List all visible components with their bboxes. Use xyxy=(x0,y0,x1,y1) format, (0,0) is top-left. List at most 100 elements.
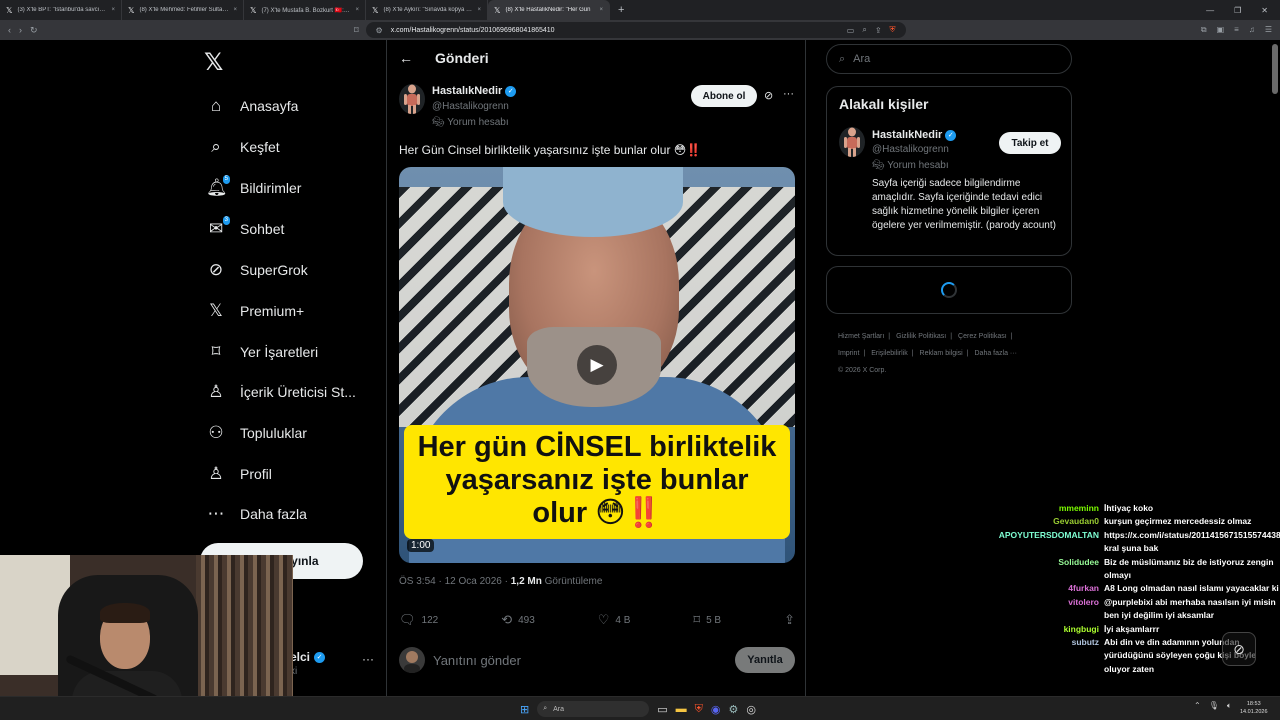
footer-link[interactable]: Erişilebilirlik xyxy=(871,350,908,357)
author-handle[interactable]: @Hastalikogrenn xyxy=(432,101,509,112)
nav-item[interactable]: ⌕ Keşfet xyxy=(206,130,279,164)
nav-item[interactable]: 🔔︎ 5 Bildirimler xyxy=(206,171,301,205)
post-header: ← Gönderi xyxy=(399,50,489,66)
close-tab-icon[interactable]: × xyxy=(111,7,115,13)
browser-menu-icon[interactable]: ☰ xyxy=(1265,25,1272,35)
browser-tab[interactable]: 𝕏(8) X'te Aykırı: "Sınavda kopya çekme× xyxy=(366,0,488,20)
footer-link[interactable]: Reklam bilgisi xyxy=(920,350,963,357)
new-tab-button[interactable]: + xyxy=(610,4,632,16)
nav-item[interactable]: ✉ 3 Sohbet xyxy=(206,212,284,246)
post-meta: ÖS 3:54 · 12 Oca 2026 · 1,2 Mn Görüntüle… xyxy=(399,576,603,587)
forward-icon[interactable]: › xyxy=(19,25,22,35)
volume-icon[interactable]: 🔈︎ xyxy=(1227,701,1232,711)
nav-item[interactable]: ⌂ Anasayfa xyxy=(206,89,299,123)
taskbar-search[interactable]: ⌕ Ara xyxy=(537,701,650,717)
more-options-icon[interactable]: ··· xyxy=(783,88,794,100)
brave-shield-icon[interactable]: ⛨ xyxy=(890,25,896,35)
search-input[interactable]: ⌕ Ara xyxy=(826,44,1072,74)
windows-start-icon[interactable]: ⊞ xyxy=(520,703,529,716)
close-tab-icon[interactable]: × xyxy=(355,7,359,13)
discord-icon[interactable]: ◉ xyxy=(711,703,721,716)
reply-button[interactable]: 🗨︎ 122 xyxy=(399,611,438,629)
grok-icon[interactable]: ⊘ xyxy=(764,89,773,102)
nav-item[interactable]: ⊘ SuperGrok xyxy=(206,253,308,287)
loading-card xyxy=(826,266,1072,314)
footer-link[interactable]: Imprint xyxy=(838,350,859,357)
account-name[interactable]: elci ✓ xyxy=(290,650,326,664)
back-arrow-icon[interactable]: ← xyxy=(399,50,413,66)
reply-composer: Yanıtını gönder Yanıtla xyxy=(399,647,795,675)
chat-text: @purplebixi abi merhaba nasılsın iyi mis… xyxy=(1104,596,1276,621)
nav-item[interactable]: ⌑ Yer İşaretleri xyxy=(206,335,318,369)
related-name[interactable]: HastalıkNedir ✓ xyxy=(872,129,957,141)
video-duration: 1:00 xyxy=(407,539,435,552)
taskbar-clock[interactable]: 18:53 14.01.2026 xyxy=(1240,700,1268,716)
zoom-icon[interactable]: ⌕ xyxy=(862,25,866,35)
maximize-icon[interactable]: ❐ xyxy=(1234,6,1241,15)
site-info-icon[interactable]: ⚙ xyxy=(376,26,383,35)
screen: 𝕏(3) X'te BPT: "İstanbul'da savcının hal… xyxy=(0,0,1280,720)
like-button[interactable]: ♡ 4 B xyxy=(598,611,631,629)
url-field[interactable]: ⚙ x.com/Hastalikogrenn/status/2010696968… xyxy=(365,22,906,38)
post-video[interactable]: ▶ Her gün CİNSEL birliktelik yaşarsanız … xyxy=(399,167,795,563)
steam-icon[interactable]: ⚙ xyxy=(728,703,738,716)
related-avatar[interactable] xyxy=(839,127,865,157)
play-icon[interactable]: ▶ xyxy=(577,345,617,385)
mic-icon[interactable]: 🎙︎ xyxy=(1209,701,1219,711)
footer-link[interactable]: Gizlilik Politikası xyxy=(896,333,946,340)
profile-icon: ♙ xyxy=(208,464,224,483)
footer-link[interactable]: Hizmet Şartları xyxy=(838,333,884,340)
share-button[interactable]: ⇪ xyxy=(784,611,795,629)
related-handle[interactable]: @Hastalikogrenn xyxy=(872,144,949,155)
anatomy-figure-icon xyxy=(844,127,860,157)
page-scrollbar[interactable] xyxy=(1272,44,1278,94)
brave-icon[interactable]: ⛨ xyxy=(695,703,703,716)
browser-tab[interactable]: 𝕏 (8) X'te Mehmed: Fetihler Sultanı "O × xyxy=(122,0,244,20)
tray-expand-icon[interactable]: ⌃ xyxy=(1194,701,1201,711)
bookmark-button[interactable]: ⌑ 5 B xyxy=(693,611,721,629)
nav-item-label: Anasayfa xyxy=(240,98,299,114)
author-avatar[interactable] xyxy=(399,84,425,114)
footer-link[interactable]: Çerez Politikası xyxy=(958,333,1007,340)
bookmark-page-icon[interactable]: ⌑ xyxy=(354,25,359,36)
close-tab-icon[interactable]: × xyxy=(477,7,481,13)
follow-button[interactable]: Takip et xyxy=(999,132,1061,154)
nav-item[interactable]: ⚇ Topluluklar xyxy=(206,416,307,450)
browser-tab-active[interactable]: 𝕏 (8) X'te HastalıkNedir: "Her Gün × xyxy=(488,0,610,20)
nav-item[interactable]: ⋯ Daha fazla xyxy=(206,497,307,531)
nav-item[interactable]: ♙ Profil xyxy=(206,457,272,491)
close-tab-icon[interactable]: × xyxy=(233,7,237,13)
task-view-icon[interactable]: ▭ xyxy=(657,703,667,716)
reply-submit-button[interactable]: Yanıtla xyxy=(735,647,795,673)
reload-icon[interactable]: ↻ xyxy=(30,25,38,36)
extensions-icon[interactable]: ⧉ xyxy=(1201,25,1207,35)
media-icon[interactable]: ♫ xyxy=(1249,25,1255,35)
nav-item[interactable]: ♙ İçerik Üreticisi St... xyxy=(206,375,356,409)
footer-link[interactable]: Daha fazla ··· xyxy=(975,350,1017,357)
nav-item[interactable]: 𝕏 Premium+ xyxy=(206,294,304,328)
browser-toolbar-right: ⧉ ▣ ≡ ♫ ☰ xyxy=(1201,25,1272,35)
close-tab-icon[interactable]: × xyxy=(599,7,603,13)
video-caption: Her gün CİNSEL birliktelik yaşarsanız iş… xyxy=(404,425,790,539)
repost-button[interactable]: ⟲ 493 xyxy=(501,611,535,629)
x-favicon-icon: 𝕏 xyxy=(128,5,135,15)
minimize-icon[interactable]: — xyxy=(1206,6,1214,15)
subscribe-button[interactable]: Abone ol xyxy=(691,85,757,107)
reply-input[interactable]: Yanıtını gönder xyxy=(433,653,521,668)
back-icon[interactable]: ‹ xyxy=(8,25,11,35)
close-window-icon[interactable]: ✕ xyxy=(1261,6,1268,15)
x-logo-icon[interactable]: 𝕏 xyxy=(204,48,223,77)
browser-tab[interactable]: 𝕏(3) X'te BPT: "İstanbul'da savcının hal… xyxy=(0,0,122,20)
file-explorer-icon[interactable]: ▬ xyxy=(676,703,687,715)
menu-icon[interactable]: ≡ xyxy=(1234,25,1239,35)
author-name[interactable]: HastalıkNedir ✓ xyxy=(432,85,517,97)
account-more-icon[interactable]: ··· xyxy=(362,652,374,666)
screen-icon[interactable]: ▭ xyxy=(847,26,855,35)
wallet-icon[interactable]: ▣ xyxy=(1217,25,1225,35)
share-icon[interactable]: ⇪ xyxy=(875,26,882,35)
obs-icon[interactable]: ◎ xyxy=(746,703,756,716)
nav-item-label: Profil xyxy=(240,466,272,482)
stream-overlay-icon[interactable]: ⊘ xyxy=(1222,632,1256,666)
chat-message: Solidudee Biz de müslümanız biz de istiyo… xyxy=(996,556,1280,583)
browser-tab[interactable]: 𝕏 (7) X'te Mustafa B. Bozkurt 🇹🇷: "Sigo × xyxy=(244,0,366,20)
